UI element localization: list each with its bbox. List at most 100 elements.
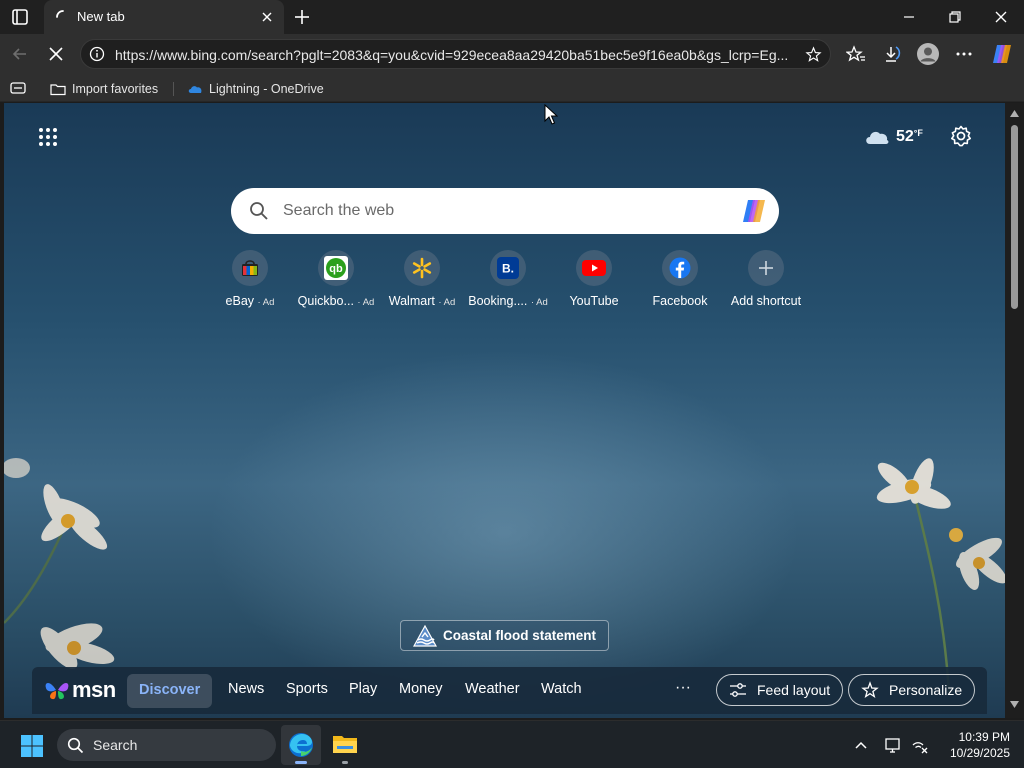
search-icon: [250, 202, 268, 220]
display-icon[interactable]: [884, 736, 902, 754]
favorite-star-icon[interactable]: [805, 46, 822, 63]
shortcut-booking[interactable]: B. Booking.... · Ad: [465, 250, 551, 312]
msn-tab-weather[interactable]: Weather: [465, 681, 520, 697]
flood-alert-banner[interactable]: Coastal flood statement: [400, 620, 609, 651]
personalize-button[interactable]: Personalize: [848, 674, 976, 706]
system-clock[interactable]: 10:39 PM 10/29/2025: [938, 729, 1010, 761]
new-tab-page: 52°F Search the web eBay · Ad qb Quickbo…: [4, 103, 1005, 718]
close-tab-icon[interactable]: [260, 10, 274, 24]
favorite-import[interactable]: Import favorites: [50, 80, 158, 98]
restore-icon[interactable]: [946, 8, 964, 26]
msn-feed-bar: msn Discover News Sports Play Money Weat…: [32, 667, 987, 714]
favorites-bar-toggle-icon[interactable]: [10, 81, 26, 95]
shortcut-label: Walmart · Ad: [379, 294, 465, 308]
gear-icon[interactable]: [950, 125, 972, 147]
taskbar-file-explorer[interactable]: [325, 725, 365, 765]
weather-widget[interactable]: 52°F: [864, 123, 932, 151]
walmart-icon: [412, 257, 432, 279]
youtube-icon: [582, 260, 606, 276]
shortcut-add[interactable]: Add shortcut: [723, 250, 809, 312]
shortcut-name: Walmart: [388, 294, 435, 308]
favorite-onedrive[interactable]: Lightning - OneDrive: [187, 80, 324, 98]
taskbar-search-box[interactable]: Search: [57, 729, 276, 761]
quickbooks-icon: qb: [324, 256, 348, 280]
shortcut-tile: B.: [490, 250, 526, 286]
shortcut-tile: qb: [318, 250, 354, 286]
shortcut-quickbooks[interactable]: qb Quickbo... · Ad: [293, 250, 379, 312]
facebook-icon: [669, 257, 691, 279]
chevron-up-icon[interactable]: [852, 736, 870, 754]
favorites-icon[interactable]: [846, 44, 866, 64]
scrollbar-thumb[interactable]: [1011, 125, 1018, 309]
shortcut-walmart[interactable]: Walmart · Ad: [379, 250, 465, 312]
cloud-icon: [866, 131, 889, 144]
sliders-icon: [730, 683, 746, 697]
shortcut-ebay[interactable]: eBay · Ad: [207, 250, 293, 312]
tab-actions-icon[interactable]: [8, 6, 32, 28]
shortcut-label: eBay · Ad: [207, 294, 293, 308]
new-tab-plus-icon[interactable]: [292, 7, 312, 27]
copilot-icon[interactable]: [990, 42, 1014, 66]
shortcut-tile: [748, 250, 784, 286]
clock-time: 10:39 PM: [958, 730, 1010, 744]
minimize-icon[interactable]: [900, 8, 918, 26]
msn-butterfly-icon: [45, 683, 69, 700]
msn-tab-play[interactable]: Play: [349, 681, 377, 697]
clock-date: 10/29/2025: [949, 746, 1010, 760]
feed-layout-label: Feed layout: [757, 682, 831, 698]
msn-tab-watch[interactable]: Watch: [541, 681, 582, 697]
folder-import-icon: [50, 84, 66, 96]
msn-more-button[interactable]: ···: [675, 679, 691, 697]
msn-tab-news[interactable]: News: [228, 681, 264, 697]
search-input[interactable]: [283, 188, 723, 234]
copilot-icon[interactable]: [739, 197, 769, 225]
shortcut-facebook[interactable]: Facebook: [637, 250, 723, 312]
taskbar-edge[interactable]: [281, 725, 321, 765]
msn-tab-money[interactable]: Money: [399, 681, 443, 697]
ad-badge: · Ad: [257, 297, 275, 308]
plus-icon: [759, 261, 773, 275]
more-options-icon[interactable]: [954, 44, 974, 64]
svg-text:B.: B.: [502, 262, 514, 276]
shortcut-youtube[interactable]: YouTube: [551, 250, 637, 312]
navigation-toolbar: https://www.bing.com/search?pglt=2083&q=…: [0, 34, 1024, 74]
network-disconnected-icon[interactable]: [910, 736, 928, 754]
ad-badge: · Ad: [530, 297, 548, 308]
feed-layout-button[interactable]: Feed layout: [716, 674, 844, 706]
ad-badge: · Ad: [438, 297, 456, 308]
active-app-indicator: [295, 761, 307, 764]
tab-new-tab[interactable]: New tab: [44, 0, 284, 34]
scroll-down-arrow-icon[interactable]: [1009, 700, 1020, 709]
scroll-up-arrow-icon[interactable]: [1009, 109, 1020, 118]
msn-tab-sports[interactable]: Sports: [286, 681, 328, 697]
page-scrollbar[interactable]: [1005, 103, 1024, 718]
onedrive-icon: [188, 86, 202, 93]
windows-taskbar: Search 10:39 PM 10/29/2025: [0, 720, 1024, 768]
edge-browser-icon: [289, 733, 313, 757]
shortcut-tile: [662, 250, 698, 286]
back-arrow-icon[interactable]: [10, 44, 30, 64]
shortcut-label: YouTube: [569, 294, 619, 308]
msn-tab-discover[interactable]: Discover: [127, 674, 213, 708]
shortcut-label: Add shortcut: [730, 294, 802, 308]
shortcut-tile: [576, 250, 612, 286]
shortcuts-row: eBay · Ad qb Quickbo... · Ad Walmart · A…: [207, 250, 807, 312]
address-bar[interactable]: https://www.bing.com/search?pglt=2083&q=…: [80, 39, 831, 69]
ebay-icon: [242, 260, 258, 276]
downloads-icon[interactable]: [882, 44, 902, 64]
apps-grid-icon[interactable]: [38, 127, 58, 147]
shortcut-tile: [232, 250, 268, 286]
stop-loading-icon[interactable]: [46, 44, 66, 64]
close-window-icon[interactable]: [992, 8, 1010, 26]
svg-text:qb: qb: [329, 263, 343, 275]
favorites-separator: [173, 82, 174, 96]
site-info-icon[interactable]: [89, 46, 105, 62]
title-bar: New tab: [0, 0, 1024, 34]
shortcut-name: Booking....: [468, 294, 528, 308]
profile-avatar-icon[interactable]: [916, 42, 940, 66]
search-box: [231, 188, 779, 234]
windows-start-icon[interactable]: [20, 734, 44, 758]
temperature-value: 52: [896, 128, 914, 145]
favorite-label: Import favorites: [72, 82, 159, 96]
msn-logo[interactable]: msn: [44, 677, 116, 703]
